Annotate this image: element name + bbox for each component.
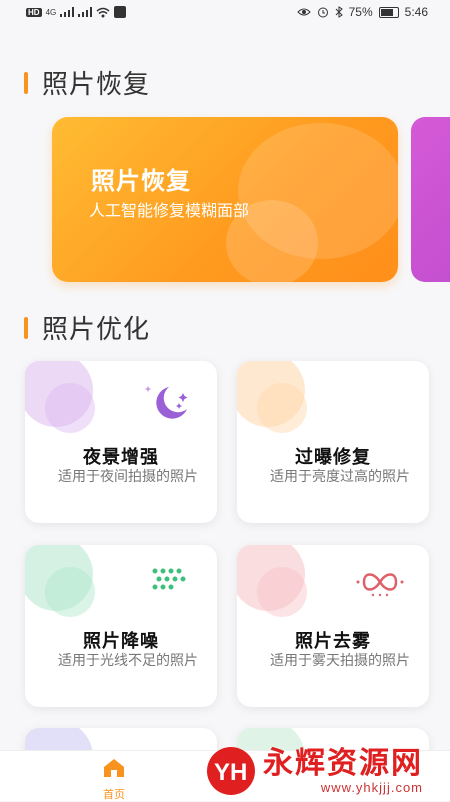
signal-icon xyxy=(60,7,75,17)
watermark-logo-icon: YH xyxy=(207,747,255,795)
section-title-text: 照片恢复 xyxy=(42,69,151,99)
card-description: 适用于光线不足的照片 xyxy=(58,652,198,668)
photo-dehaze-card[interactable]: 照片去雾 适用于雾天拍摄的照片 xyxy=(237,545,429,707)
moon-stars-icon xyxy=(145,386,188,419)
card-bubble-small xyxy=(45,383,95,433)
section-accent-bar xyxy=(24,71,28,94)
night-enhance-card[interactable]: 夜景增强 适用于夜间拍摄的照片 xyxy=(25,361,217,523)
status-right: 75% 5:46 xyxy=(296,5,428,19)
watermark-name: 永辉资源网 xyxy=(263,746,423,780)
status-bar: HD 4G 75% 5:46 xyxy=(0,0,450,26)
site-watermark: YH 永辉资源网 www.yhkjjj.com xyxy=(205,745,445,797)
network-label: 4G xyxy=(45,7,57,17)
tab-home[interactable]: 首页 xyxy=(96,757,132,802)
card-bubble-small xyxy=(257,567,307,617)
bluetooth-icon xyxy=(335,6,343,18)
card-bubble-small xyxy=(257,383,307,433)
hd-badge: HD xyxy=(26,7,42,17)
home-icon xyxy=(104,759,124,777)
next-feature-card-peek[interactable] xyxy=(411,117,450,282)
dots-grid-icon xyxy=(152,568,186,590)
card-bubble-small xyxy=(45,567,95,617)
hero-title: 照片恢复 xyxy=(91,168,191,195)
overexposure-fix-card[interactable]: 过曝修复 适用于亮度过高的照片 xyxy=(237,361,429,523)
card-description: 适用于夜间拍摄的照片 xyxy=(58,468,198,484)
wifi-icon xyxy=(96,7,110,17)
app-notification-icon xyxy=(114,6,127,18)
infinity-dots-icon xyxy=(356,573,404,597)
battery-icon xyxy=(378,6,399,18)
signal-icon-2 xyxy=(78,7,93,17)
alarm-icon xyxy=(317,7,328,18)
svg-text:YH: YH xyxy=(214,759,247,786)
section-title-text: 照片优化 xyxy=(42,314,151,344)
section-accent-bar xyxy=(24,316,28,339)
card-description: 适用于雾天拍摄的照片 xyxy=(270,652,410,668)
clock: 5:46 xyxy=(404,5,428,19)
eye-icon xyxy=(296,8,311,16)
status-left: HD 4G xyxy=(26,6,127,18)
battery-percent: 75% xyxy=(348,5,373,19)
section-title-recovery: 照片恢复 xyxy=(24,64,150,101)
photo-denoise-card[interactable]: 照片降噪 适用于光线不足的照片 xyxy=(25,545,217,707)
photo-recovery-card[interactable]: 照片恢复 人工智能修复模糊面部 xyxy=(52,117,398,282)
watermark-url: www.yhkjjj.com xyxy=(320,779,423,795)
section-title-optimize: 照片优化 xyxy=(24,309,150,346)
hero-subtitle: 人工智能修复模糊面部 xyxy=(89,203,250,220)
card-description: 适用于亮度过高的照片 xyxy=(270,468,410,484)
